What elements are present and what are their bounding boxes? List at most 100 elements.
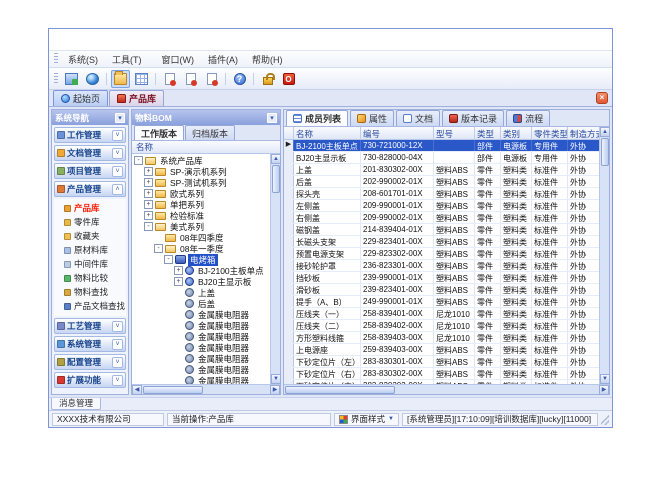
tree-node-美式系列[interactable]: -美式系列 — [132, 221, 270, 232]
screen-button[interactable] — [62, 70, 81, 88]
tab-文档[interactable]: 文档 — [396, 110, 440, 126]
sidebar-item-收藏夹[interactable]: 收藏夹 — [54, 229, 126, 243]
sidebar-options-icon[interactable]: ▾ — [115, 113, 125, 123]
scroll-down-icon[interactable]: ▼ — [271, 374, 281, 384]
table-row[interactable]: 预置电源支架229-823302-00X塑料ABS零件塑料类标准件外协条 — [284, 248, 599, 260]
tab-起始页[interactable]: 起始页 — [53, 90, 108, 106]
table-row[interactable]: 磁钢盖214-839404-01X塑料ABS零件塑料类标准件外协条 — [284, 224, 599, 236]
scroll-right-icon[interactable]: ▶ — [599, 385, 609, 395]
column-header-编号[interactable]: 编号 — [361, 127, 434, 139]
table-row[interactable]: 压线夹（二）258-839402-00X尼龙1010零件塑料类标准件外协条 — [284, 320, 599, 332]
toolbar-grip-handle[interactable] — [54, 73, 58, 85]
resize-grip[interactable] — [601, 413, 609, 425]
sidebar-group-系统管理[interactable]: 系统管理˅ — [54, 336, 126, 352]
scroll-thumb[interactable] — [285, 386, 395, 394]
expand-icon[interactable]: + — [144, 178, 153, 187]
menu-item-插件[interactable]: 插件(A) — [201, 53, 245, 67]
table-row[interactable]: 上电源座259-839403-00X塑料ABS零件塑料类标准件外协条 — [284, 344, 599, 356]
exit-button[interactable]: O — [279, 70, 298, 88]
tab-产品库[interactable]: 产品库 — [109, 90, 164, 106]
bom-tree-column-header[interactable]: 名称 — [132, 141, 280, 154]
chevron-down-icon[interactable]: ˅ — [112, 375, 123, 386]
table-row[interactable]: ▶BJ-2100主板单点730-721000-12X部件电源板专用件外协颗 — [284, 140, 599, 152]
table-row[interactable]: 方形塑料线箍258-839403-00X尼龙1010零件塑料类标准件外协条 — [284, 332, 599, 344]
sidebar-item-零件库[interactable]: 零件库 — [54, 215, 126, 229]
tab-成员列表[interactable]: 成员列表 — [286, 110, 348, 126]
column-header-名称[interactable]: 名称 — [294, 127, 361, 139]
bom-tree-vertical-scrollbar[interactable]: ▲ ▼ — [270, 154, 280, 384]
chevron-down-icon[interactable]: ˅ — [112, 166, 123, 177]
tree-node-欧式系列[interactable]: +欧式系列 — [132, 188, 270, 199]
tree-node-系统产品库[interactable]: -系统产品库 — [132, 155, 270, 166]
table-row[interactable]: 提手（A、B）249-990001-01X塑料ABS零件塑料类标准件外协条 — [284, 296, 599, 308]
tree-node-单把系列[interactable]: +单把系列 — [132, 199, 270, 210]
column-header-型号[interactable]: 型号 — [434, 127, 475, 139]
doc-edit-button[interactable] — [181, 70, 200, 88]
menu-item-窗口[interactable]: 窗口(W) — [155, 53, 202, 67]
close-tab-button[interactable]: × — [596, 92, 608, 104]
expand-icon[interactable]: + — [144, 200, 153, 209]
tree-node-金属膜电阻器[interactable]: +金属膜电阻器 — [132, 309, 270, 320]
chevron-down-icon[interactable]: ˅ — [112, 130, 123, 141]
column-header-类型[interactable]: 类型 — [475, 127, 501, 139]
tree-node-BJ-2100主板单点[interactable]: +BJ-2100主板单点 — [132, 265, 270, 276]
bom-tree-horizontal-scrollbar[interactable]: ◀ ▶ — [132, 384, 280, 394]
open-folder-button[interactable] — [111, 70, 130, 88]
message-manager-tab[interactable]: 消息管理 — [51, 398, 101, 410]
tab-版本记录[interactable]: 版本记录 — [442, 110, 504, 126]
tree-node-08年四季度[interactable]: +08年四季度 — [132, 232, 270, 243]
help-button[interactable]: ? — [230, 70, 249, 88]
collapse-icon[interactable]: - — [154, 244, 163, 253]
expand-icon[interactable]: + — [174, 266, 183, 275]
sidebar-group-产品管理[interactable]: 产品管理˄ — [54, 181, 126, 197]
expand-icon[interactable]: + — [144, 211, 153, 220]
menubar-grip-handle[interactable] — [54, 53, 58, 65]
tree-node-金属膜电阻器[interactable]: +金属膜电阻器 — [132, 331, 270, 342]
sidebar-item-产品库[interactable]: 产品库 — [54, 201, 126, 215]
tree-node-金属膜电阻器[interactable]: +金属膜电阻器 — [132, 342, 270, 353]
table-row[interactable]: 接砂轮护罩236-823301-00X塑料ABS零件塑料类标准件外协条 — [284, 260, 599, 272]
expand-icon[interactable]: + — [144, 167, 153, 176]
table-row[interactable]: 探头壳208-601701-01X塑料ABS零件塑料类标准件外协条 — [284, 188, 599, 200]
scroll-up-icon[interactable]: ▲ — [271, 154, 281, 164]
tab-属性[interactable]: 属性 — [350, 110, 394, 126]
chevron-down-icon[interactable]: ˅ — [112, 339, 123, 350]
column-header-零件类型[interactable]: 零件类型 — [532, 127, 568, 139]
sidebar-group-扩展功能[interactable]: 扩展功能˅ — [54, 372, 126, 388]
lock-button[interactable] — [258, 70, 277, 88]
scroll-down-icon[interactable]: ▼ — [600, 374, 610, 384]
tree-node-08年一季度[interactable]: -08年一季度 — [132, 243, 270, 254]
tree-node-SP-演示机系列[interactable]: +SP-演示机系列 — [132, 166, 270, 177]
sidebar-group-项目管理[interactable]: 项目管理˅ — [54, 163, 126, 179]
table-row[interactable]: 滑砂板239-823401-00X塑料ABS零件塑料类标准件外协条 — [284, 284, 599, 296]
doc-add-button[interactable] — [160, 70, 179, 88]
column-header-类别[interactable]: 类别 — [501, 127, 532, 139]
table-row[interactable]: 后盖202-990002-01X塑料ABS零件塑料类标准件外协条 — [284, 176, 599, 188]
chevron-down-icon[interactable]: ˅ — [112, 321, 123, 332]
tree-node-电烤箱[interactable]: -电烤箱 — [132, 254, 270, 265]
table-horizontal-scrollbar[interactable]: ▶ — [284, 384, 609, 394]
scroll-right-icon[interactable]: ▶ — [270, 385, 280, 395]
chevron-down-icon[interactable]: ˅ — [112, 148, 123, 159]
tab-工作版本[interactable]: 工作版本 — [134, 125, 184, 140]
column-header-制造方式[interactable]: 制造方式 — [568, 127, 599, 139]
sidebar-group-工艺管理[interactable]: 工艺管理˅ — [54, 318, 126, 334]
tab-归档版本[interactable]: 归档版本 — [185, 125, 235, 140]
scroll-left-icon[interactable]: ◀ — [132, 385, 142, 395]
sidebar-item-产品文档查找[interactable]: 产品文档查找 — [54, 299, 126, 313]
table-row[interactable]: 左侧盖209-990001-01X塑料ABS零件塑料类标准件外协条 — [284, 200, 599, 212]
table-row[interactable]: 长磁头支架229-823401-00X塑料ABS零件塑料类标准件外协条 — [284, 236, 599, 248]
menu-item-工具[interactable]: 工具(T) — [105, 53, 149, 67]
collapse-icon[interactable]: - — [134, 156, 143, 165]
table-row[interactable]: 压线夹（一）258-839401-00X尼龙1010零件塑料类标准件外协条 — [284, 308, 599, 320]
scroll-thumb[interactable] — [272, 165, 280, 193]
menu-item-帮助[interactable]: 帮助(H) — [245, 53, 290, 67]
chevron-down-icon[interactable]: ˅ — [112, 357, 123, 368]
menu-item-系统[interactable]: 系统(S) — [61, 53, 105, 67]
column-header-indicator[interactable] — [284, 127, 294, 139]
grid-button[interactable] — [132, 70, 151, 88]
chevron-up-icon[interactable]: ˄ — [112, 184, 123, 195]
tree-node-金属膜电阻器[interactable]: +金属膜电阻器 — [132, 320, 270, 331]
scroll-thumb[interactable] — [143, 386, 203, 394]
table-row[interactable]: BJ20主显示板730-828000-04X部件电源板专用件外协颗 — [284, 152, 599, 164]
